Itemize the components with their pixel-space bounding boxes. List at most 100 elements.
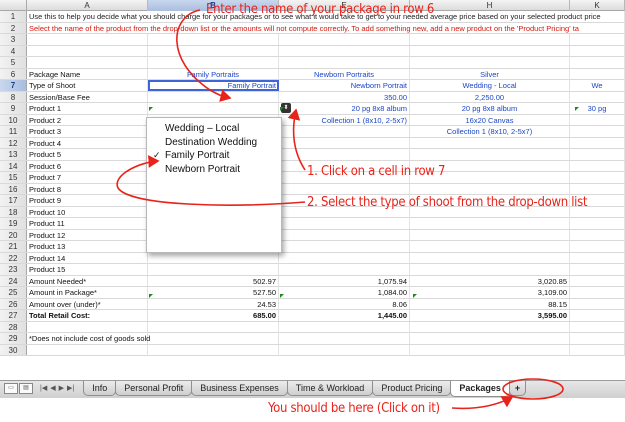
sheet-tab[interactable]: Time & Workload bbox=[286, 381, 374, 396]
cell-a10[interactable]: Product 2 bbox=[27, 114, 148, 126]
cell-e24[interactable]: 1,075.94 bbox=[279, 275, 410, 287]
sheet-tab[interactable]: Info bbox=[83, 381, 117, 396]
cell-a28[interactable] bbox=[27, 321, 148, 333]
cell-a22[interactable]: Product 14 bbox=[27, 252, 148, 264]
sheet-tab[interactable]: Packages bbox=[450, 381, 510, 397]
row-header-19[interactable]: 19 bbox=[0, 218, 27, 229]
cell-k28[interactable] bbox=[570, 321, 625, 333]
cell-a14[interactable]: Product 6 bbox=[27, 160, 148, 172]
last-tab-icon[interactable]: ▶| bbox=[67, 384, 74, 392]
normal-view-icon[interactable]: ▭ bbox=[4, 383, 18, 394]
add-sheet-button[interactable]: + bbox=[508, 381, 527, 396]
row-header-10[interactable]: 10 bbox=[0, 114, 27, 125]
row-header-8[interactable]: 8 bbox=[0, 91, 27, 102]
cell-a20[interactable]: Product 12 bbox=[27, 229, 148, 241]
cell-k5[interactable] bbox=[570, 57, 625, 68]
row-header-21[interactable]: 21 bbox=[0, 241, 27, 252]
row-header-13[interactable]: 13 bbox=[0, 149, 27, 160]
row-header-5[interactable]: 5 bbox=[0, 57, 27, 68]
cell-k13[interactable] bbox=[570, 149, 625, 160]
cell-e25[interactable]: 1,084.00 bbox=[279, 287, 410, 298]
cell-b28[interactable] bbox=[148, 321, 279, 333]
row-header-27[interactable]: 27 bbox=[0, 310, 27, 321]
row-header-30[interactable]: 30 bbox=[0, 344, 27, 355]
cell-b24[interactable]: 502.97 bbox=[148, 275, 279, 287]
cell-k26[interactable] bbox=[570, 298, 625, 310]
row-header-3[interactable]: 3 bbox=[0, 34, 27, 45]
cell-e22[interactable] bbox=[279, 252, 410, 264]
row-header-17[interactable]: 17 bbox=[0, 195, 27, 206]
cell-h21[interactable] bbox=[410, 241, 570, 252]
cell-e27[interactable]: 1,445.00 bbox=[279, 310, 410, 321]
cell-h23[interactable] bbox=[410, 264, 570, 275]
row-header-15[interactable]: 15 bbox=[0, 172, 27, 183]
cell-b8[interactable] bbox=[148, 91, 279, 103]
cell-k22[interactable] bbox=[570, 252, 625, 264]
cell-b3[interactable] bbox=[148, 34, 279, 45]
row-header-26[interactable]: 26 bbox=[0, 298, 27, 309]
cell-a18[interactable]: Product 10 bbox=[27, 206, 148, 218]
cell-a9[interactable]: Product 1 bbox=[27, 103, 148, 114]
cell-a30[interactable] bbox=[27, 344, 148, 356]
cell-e8[interactable]: 350.00 bbox=[279, 91, 410, 103]
cell-k8[interactable] bbox=[570, 91, 625, 103]
warning-text[interactable]: Select the name of the product from the … bbox=[27, 22, 625, 34]
cell-h5[interactable] bbox=[410, 57, 570, 68]
cell-h3[interactable] bbox=[410, 34, 570, 45]
cell-h19[interactable] bbox=[410, 218, 570, 229]
cell-b7[interactable]: Family Portrait bbox=[148, 80, 279, 91]
cell-k3[interactable] bbox=[570, 34, 625, 45]
cell-h26[interactable]: 88.15 bbox=[410, 298, 570, 310]
cell-b6[interactable]: Family Portraits bbox=[148, 68, 279, 80]
row-header-25[interactable]: 25 bbox=[0, 287, 27, 298]
cell-e29[interactable] bbox=[279, 333, 410, 344]
cell-h30[interactable] bbox=[410, 344, 570, 356]
cell-a13[interactable]: Product 5 bbox=[27, 149, 148, 160]
cell-e6[interactable]: Newborn Portraits bbox=[279, 68, 410, 80]
cell-k21[interactable] bbox=[570, 241, 625, 252]
row-header-18[interactable]: 18 bbox=[0, 206, 27, 217]
next-tab-icon[interactable]: ▶ bbox=[59, 384, 64, 392]
cell-h22[interactable] bbox=[410, 252, 570, 264]
cell-k4[interactable] bbox=[570, 45, 625, 57]
cell-e21[interactable] bbox=[279, 241, 410, 252]
cell-b9[interactable] bbox=[148, 103, 279, 114]
cell-e13[interactable] bbox=[279, 149, 410, 160]
cell-e28[interactable] bbox=[279, 321, 410, 333]
cell-k14[interactable] bbox=[570, 160, 625, 172]
cell-k10[interactable] bbox=[570, 114, 625, 126]
cell-a26[interactable]: Amount over (under)* bbox=[27, 298, 148, 310]
row-header-6[interactable]: 6 bbox=[0, 68, 27, 79]
cell-e19[interactable] bbox=[279, 218, 410, 229]
cell-h10[interactable]: 16x20 Canvas bbox=[410, 114, 570, 126]
cell-k16[interactable] bbox=[570, 183, 625, 195]
cell-h9[interactable]: 20 pg 8x8 album bbox=[410, 103, 570, 114]
cell-k30[interactable] bbox=[570, 344, 625, 356]
row-header-4[interactable]: 4 bbox=[0, 45, 27, 56]
dropdown-option[interactable]: Destination Wedding bbox=[147, 136, 281, 150]
cell-h29[interactable] bbox=[410, 333, 570, 344]
cell-e23[interactable] bbox=[279, 264, 410, 275]
dropdown-option[interactable]: ✓ Family Portrait bbox=[147, 149, 281, 163]
row-header-22[interactable]: 22 bbox=[0, 252, 27, 263]
cell-e4[interactable] bbox=[279, 45, 410, 57]
cell-k12[interactable] bbox=[570, 137, 625, 149]
first-tab-icon[interactable]: |◀ bbox=[40, 384, 47, 392]
dropdown-option[interactable]: Newborn Portrait bbox=[147, 163, 281, 177]
cell-a29[interactable]: *Does not include cost of goods sold bbox=[27, 333, 150, 344]
sheet-tab[interactable]: Personal Profit bbox=[115, 381, 193, 396]
row-header-23[interactable]: 23 bbox=[0, 264, 27, 275]
column-header-k[interactable]: K bbox=[570, 0, 625, 11]
row-header-11[interactable]: 11 bbox=[0, 126, 27, 137]
cell-a17[interactable]: Product 9 bbox=[27, 195, 148, 206]
cell-k11[interactable] bbox=[570, 126, 625, 137]
row-header-24[interactable]: 24 bbox=[0, 275, 27, 286]
cell-a16[interactable]: Product 8 bbox=[27, 183, 148, 195]
dropdown-option[interactable]: Wedding – Local bbox=[147, 122, 281, 136]
cell-h13[interactable] bbox=[410, 149, 570, 160]
cell-b25[interactable]: 527.50 bbox=[148, 287, 279, 298]
cell-b22[interactable] bbox=[148, 252, 279, 264]
cell-e12[interactable] bbox=[279, 137, 410, 149]
cell-h16[interactable] bbox=[410, 183, 570, 195]
cell-k23[interactable] bbox=[570, 264, 625, 275]
